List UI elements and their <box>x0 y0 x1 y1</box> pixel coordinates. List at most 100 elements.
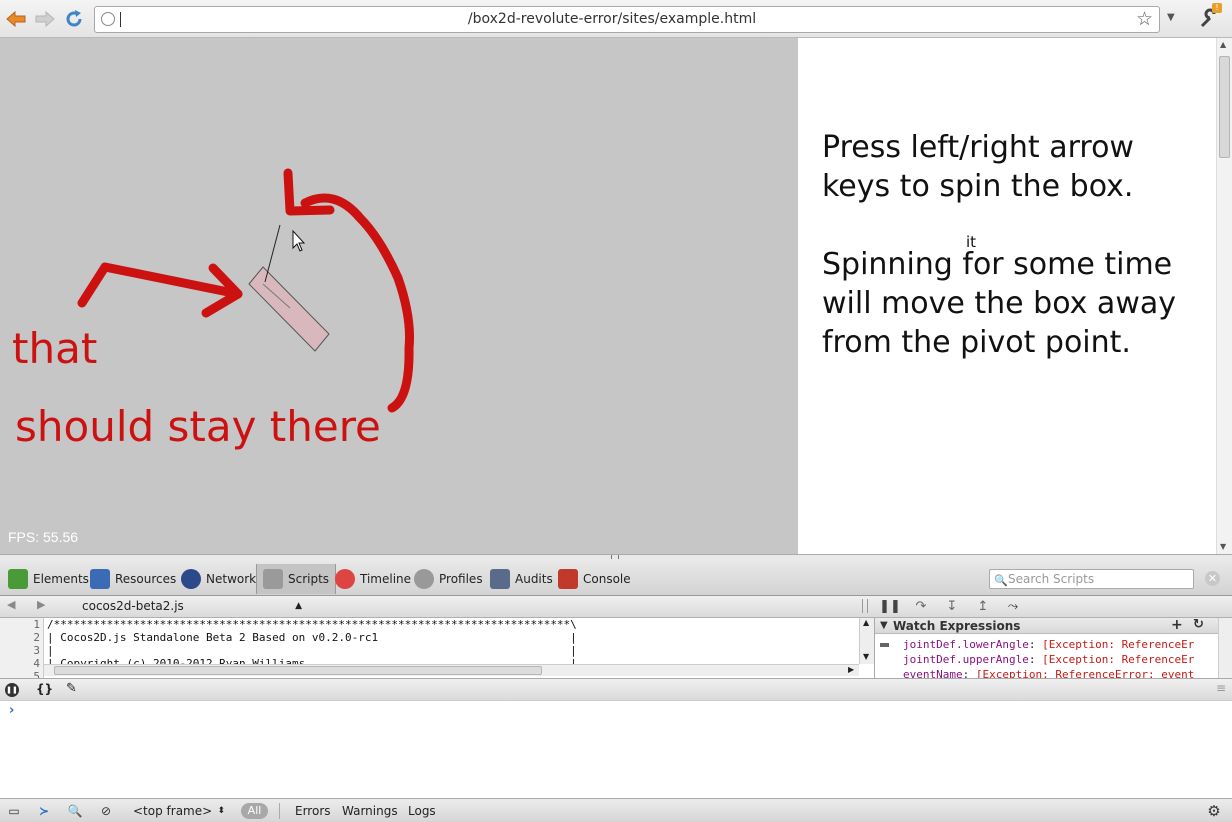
scripts-icon <box>263 569 283 589</box>
annotation-arrows <box>77 168 414 413</box>
instruction-line-2: keys to spin the box. <box>822 169 1134 204</box>
frame-label: <top frame> <box>133 804 213 818</box>
audits-icon <box>490 569 510 589</box>
step-into-icon[interactable]: ↧ <box>939 597 965 616</box>
tab-resources[interactable]: Resources <box>84 564 182 594</box>
console-panel[interactable]: › <box>0 701 1232 798</box>
watch-scrollbar[interactable] <box>1218 618 1232 678</box>
tab-elements[interactable]: Elements <box>2 564 95 594</box>
line-number[interactable]: 2 <box>0 631 40 644</box>
pretty-print-icon[interactable]: {} <box>36 682 53 696</box>
collapse-triangle-icon[interactable]: ▼ <box>880 618 888 634</box>
remove-watch-icon[interactable] <box>880 643 889 647</box>
step-out-icon[interactable]: ↥ <box>970 597 996 616</box>
line-number[interactable]: 5 <box>0 670 40 678</box>
pause-icon[interactable]: ❚❚ <box>877 597 903 616</box>
scrollbar-thumb[interactable] <box>1219 56 1230 158</box>
frame-select[interactable]: <top frame> ⬍ <box>125 802 229 820</box>
add-watch-icon[interactable]: + <box>1171 618 1183 633</box>
panel-split-icon[interactable] <box>862 599 868 613</box>
refresh-icon[interactable]: ↻ <box>1193 618 1204 633</box>
line-number[interactable]: 4 <box>0 657 40 670</box>
tab-label: Scripts <box>288 572 330 586</box>
console-prompt-icon[interactable]: › <box>9 703 14 718</box>
source-hscrollbar[interactable]: ▶ <box>44 664 859 676</box>
line-gutter: 1 2 3 4 5 <box>0 618 44 678</box>
source-view[interactable]: 1 2 3 4 5 /*****************************… <box>0 618 874 678</box>
close-icon[interactable]: ✕ <box>1205 571 1220 586</box>
watch-title: Watch Expressions <box>893 619 1021 633</box>
filter-all[interactable]: All <box>241 803 268 819</box>
tab-network[interactable]: Network <box>175 564 262 594</box>
tab-label: Elements <box>33 572 89 586</box>
watch-header[interactable]: ▼ Watch Expressions + ↻ <box>875 618 1232 634</box>
select-arrows-icon: ⬍ <box>217 806 225 816</box>
reload-icon[interactable] <box>61 7 87 31</box>
page-scrollbar[interactable]: ▲ ▼ <box>1216 38 1232 554</box>
tab-label: Profiles <box>439 572 483 586</box>
forward-arrow-icon[interactable] <box>32 7 58 31</box>
history-back-icon[interactable]: ◀ <box>7 598 15 611</box>
watch-row[interactable]: jointDef.lowerAngle: [Exception: Referen… <box>903 638 1194 651</box>
tab-label: Console <box>583 572 631 586</box>
scripts-toolbar: ◀ ▶ cocos2d-beta2.js ▲ ❚❚ ↷ ↧ ↥ ⤳ <box>0 596 1232 618</box>
scrollbar-thumb[interactable] <box>54 666 542 675</box>
joint-line <box>264 224 281 283</box>
select-arrows-icon: ▲ <box>295 601 302 611</box>
history-forward-icon[interactable]: ▶ <box>37 598 45 611</box>
filter-logs[interactable]: Logs <box>408 802 436 820</box>
browser-toolbar: /box2d-revolute-error/sites/example.html… <box>0 0 1232 38</box>
resize-handle-icon[interactable]: ≡ <box>1216 681 1226 695</box>
line-number[interactable]: 3 <box>0 644 40 657</box>
annotation-should-stay: should stay there <box>15 402 381 451</box>
search-scripts-input[interactable]: 🔍 Search Scripts <box>989 569 1194 589</box>
watch-row[interactable]: eventName: [Exception: ReferenceError: e… <box>903 668 1194 678</box>
back-arrow-icon[interactable] <box>3 7 29 31</box>
tab-scripts[interactable]: Scripts <box>256 564 337 594</box>
tab-audits[interactable]: Audits <box>484 564 559 594</box>
annotation-it: it <box>966 233 977 251</box>
step-over-icon[interactable]: ↷ <box>908 597 934 616</box>
devtools-statusbar: ▭ ≻ 🔍 ⊘ <top frame> ⬍ All Errors Warnings… <box>0 798 1232 822</box>
page-viewport: that should stay there FPS: 55.56 Press … <box>0 38 1216 554</box>
filter-errors[interactable]: Errors <box>295 802 331 820</box>
script-file-select[interactable]: cocos2d-beta2.js ▲ <box>60 598 306 615</box>
watch-row[interactable]: jointDef.upperAngle: [Exception: Referen… <box>903 653 1194 666</box>
scroll-down-icon[interactable]: ▼ <box>863 652 869 661</box>
scroll-down-icon[interactable]: ▼ <box>1220 542 1226 551</box>
network-icon <box>181 569 201 589</box>
scroll-up-icon[interactable]: ▲ <box>1220 40 1226 49</box>
wrench-icon[interactable]: ! <box>1198 3 1222 30</box>
instruction-line-1: Press left/right arrow <box>822 130 1134 165</box>
instruction-line-5: from the pivot point. <box>822 325 1131 360</box>
divider <box>279 803 280 819</box>
edit-icon[interactable]: ✎ <box>66 681 77 696</box>
line-number[interactable]: 1 <box>0 618 40 631</box>
pause-on-exceptions-icon[interactable]: ❚❚ <box>5 683 19 697</box>
spinning-box <box>248 266 330 352</box>
deactivate-breakpoints-icon[interactable]: ⤳ <box>1000 597 1026 616</box>
tab-timeline[interactable]: Timeline <box>329 564 417 594</box>
address-bar[interactable]: /box2d-revolute-error/sites/example.html… <box>94 6 1160 33</box>
url-text: /box2d-revolute-error/sites/example.html <box>467 11 757 27</box>
fps-counter: FPS: 55.56 <box>8 529 79 545</box>
tab-label: Network <box>206 572 257 586</box>
dropdown-arrow-icon[interactable]: ▼ <box>1167 12 1175 23</box>
dock-icon[interactable]: ▭ <box>5 802 23 820</box>
watch-value: [Exception: ReferenceEr <box>1042 653 1195 666</box>
inspect-search-icon[interactable]: 🔍 <box>66 802 84 820</box>
tab-console[interactable]: Console <box>552 564 637 594</box>
tab-profiles[interactable]: Profiles <box>408 564 489 594</box>
console-toggle-icon[interactable]: ≻ <box>35 802 53 820</box>
clear-console-icon[interactable]: ⊘ <box>97 802 115 820</box>
code-line: | | <box>47 644 577 657</box>
scroll-right-icon[interactable]: ▶ <box>848 665 854 674</box>
scroll-up-icon[interactable]: ▲ <box>863 618 869 627</box>
bookmark-star-icon[interactable]: ☆ <box>1136 8 1153 30</box>
game-canvas[interactable]: that should stay there FPS: 55.56 <box>0 38 798 554</box>
resize-grip-icon[interactable] <box>611 555 619 559</box>
settings-gear-icon[interactable]: ⚙ <box>1205 802 1223 820</box>
source-vscrollbar[interactable]: ▲ ▼ <box>859 618 874 664</box>
filter-warnings[interactable]: Warnings <box>342 802 398 820</box>
devtools-resizer[interactable] <box>0 554 1232 562</box>
